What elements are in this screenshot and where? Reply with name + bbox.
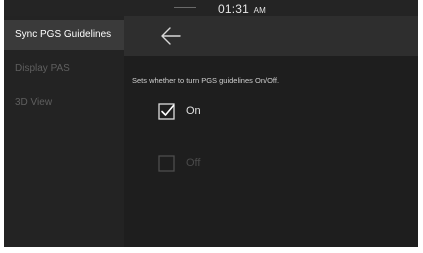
settings-content: Sets whether to turn PGS guidelines On/O… [124,56,418,247]
checkbox-unchecked-icon[interactable] [158,155,175,172]
settings-sidebar: Sync PGS Guidelines Display PAS 3D View [4,16,124,247]
setting-description: Sets whether to turn PGS guidelines On/O… [132,76,280,85]
option-on[interactable]: On [156,101,316,125]
status-divider [174,7,196,8]
checkbox-checked-icon[interactable] [158,103,175,120]
infotainment-screen: 01:31 AM Sync PGS Guidelines Display PAS… [4,0,418,247]
sidebar-item-3d-view[interactable]: 3D View [4,88,124,118]
panel-header [124,16,418,56]
arrow-left-icon [161,27,181,45]
back-button[interactable] [158,25,184,47]
option-off-label: Off [186,157,201,169]
clock-ampm: AM [253,6,266,15]
option-on-label: On [186,105,201,117]
clock: 01:31 AM [218,2,266,16]
clock-time: 01:31 [218,2,250,16]
status-bar: 01:31 AM [4,0,418,16]
sidebar-item-sync-pgs-guidelines[interactable]: Sync PGS Guidelines [4,20,124,50]
option-off[interactable]: Off [156,153,316,177]
sidebar-item-display-pas[interactable]: Display PAS [4,54,124,84]
